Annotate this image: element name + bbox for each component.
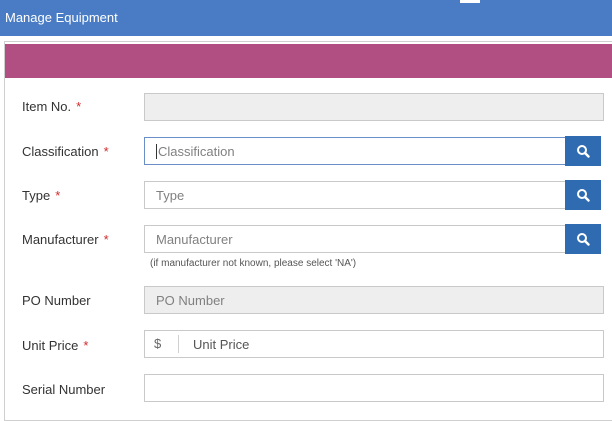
manufacturer-search-button[interactable] xyxy=(565,224,601,254)
serial-number-input[interactable] xyxy=(144,374,604,402)
window-titlebar: Manage Equipment xyxy=(0,0,612,36)
item-no-field[interactable] xyxy=(144,93,604,121)
po-number-placeholder: PO Number xyxy=(156,292,225,308)
search-icon xyxy=(577,233,590,246)
unit-price-input[interactable]: $ Unit Price xyxy=(144,330,604,358)
required-marker: * xyxy=(55,188,61,203)
type-search-button[interactable] xyxy=(565,180,601,210)
item-no-label: Item No. * xyxy=(22,99,82,114)
manufacturer-label: Manufacturer * xyxy=(22,232,109,247)
text-caret xyxy=(156,143,157,159)
classification-input[interactable]: Classification xyxy=(144,137,567,165)
required-marker: * xyxy=(76,99,82,114)
classification-placeholder: Classification xyxy=(158,143,235,159)
search-icon xyxy=(577,145,590,158)
currency-symbol: $ xyxy=(154,335,179,353)
search-icon xyxy=(577,189,590,202)
section-header-band xyxy=(5,44,612,78)
type-label: Type * xyxy=(22,188,61,203)
required-marker: * xyxy=(103,232,109,247)
titlebar-tab-indicator xyxy=(460,0,480,3)
window-title: Manage Equipment xyxy=(5,10,118,25)
required-marker: * xyxy=(103,144,109,159)
po-number-label: PO Number xyxy=(22,293,91,308)
type-input[interactable]: Type xyxy=(144,181,567,209)
unit-price-label: Unit Price * xyxy=(22,338,89,353)
serial-number-label: Serial Number xyxy=(22,382,106,397)
unit-price-placeholder: Unit Price xyxy=(193,336,250,352)
po-number-input[interactable]: PO Number xyxy=(144,286,604,314)
type-placeholder: Type xyxy=(156,187,185,203)
required-marker: * xyxy=(83,338,89,353)
manufacturer-placeholder: Manufacturer xyxy=(156,231,233,247)
classification-label: Classification * xyxy=(22,144,109,159)
manufacturer-input[interactable]: Manufacturer xyxy=(144,225,567,253)
manufacturer-hint: (if manufacturer not known, please selec… xyxy=(150,258,357,269)
classification-search-button[interactable] xyxy=(565,136,601,166)
